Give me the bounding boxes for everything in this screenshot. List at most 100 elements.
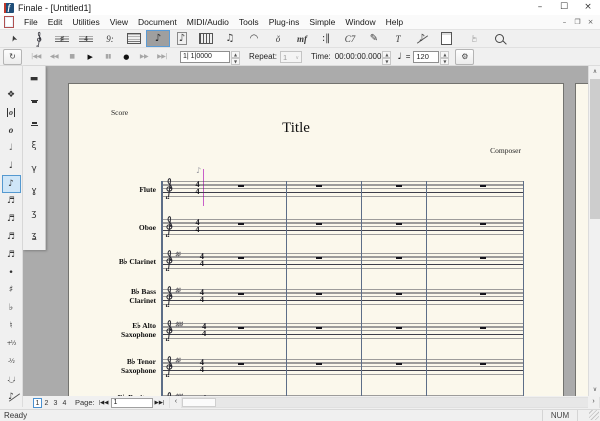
menu-simple[interactable]: Simple: [304, 15, 340, 29]
resize-tool[interactable]: ♪: [410, 30, 434, 47]
reposition-tool[interactable]: ❖: [2, 86, 21, 104]
simple-entry-tool[interactable]: ♪: [146, 30, 170, 47]
last-page-button[interactable]: ▶|: [159, 400, 165, 406]
menu-tools[interactable]: Tools: [234, 15, 264, 29]
lyrics-tool[interactable]: ✎: [362, 30, 386, 47]
page-tab-2[interactable]: 2: [42, 398, 51, 408]
thirty-second-rest[interactable]: ʒ: [25, 202, 44, 224]
scroll-up-button[interactable]: ∧: [589, 66, 600, 78]
natural[interactable]: ♮: [2, 317, 21, 335]
articulation-tool[interactable]: ŏ: [266, 30, 290, 47]
sharp[interactable]: ♯: [2, 282, 21, 300]
menu-help[interactable]: Help: [381, 15, 408, 29]
quarter-rest[interactable]: ξ: [25, 135, 44, 157]
half-step-up[interactable]: +½: [2, 335, 21, 353]
scroll-left-button[interactable]: ‹: [170, 397, 182, 408]
prev-page-button[interactable]: ◀: [104, 400, 108, 406]
sixteenth-rest[interactable]: ɣ: [25, 180, 44, 202]
thirty-second-note[interactable]: ♬: [2, 210, 21, 228]
half-step-down[interactable]: -½: [2, 353, 21, 371]
staff-lines[interactable]: [161, 253, 524, 269]
minimize-button[interactable]: –: [528, 0, 552, 15]
vertical-scrollbar[interactable]: ∧ ∨: [588, 66, 600, 396]
repeat-select[interactable]: 1 ∨: [280, 50, 303, 63]
horizontal-scrollbar-thumb[interactable]: [182, 398, 217, 407]
menu-midi-audio[interactable]: MIDI/Audio: [182, 15, 234, 29]
pause-button[interactable]: ▮▮: [99, 53, 117, 61]
move-to-start-button[interactable]: |◀◀: [27, 53, 45, 61]
child-restore-button[interactable]: ❐: [571, 16, 584, 29]
whole-note[interactable]: o: [2, 121, 21, 139]
sixteenth-note[interactable]: ♬: [2, 193, 21, 211]
vertical-scrollbar-thumb[interactable]: [590, 79, 600, 219]
whole-rest[interactable]: [25, 90, 44, 112]
sixty-fourth-note[interactable]: ♬: [2, 228, 21, 246]
close-button[interactable]: ×: [576, 0, 600, 15]
clef-tool[interactable]: 9:: [98, 30, 122, 47]
flat[interactable]: ♭: [2, 299, 21, 317]
half-note[interactable]: ♩: [2, 139, 21, 157]
play-button[interactable]: ▶: [81, 53, 99, 61]
tempo-spinner[interactable]: ▲ ▼: [440, 50, 450, 65]
page-tab-3[interactable]: 3: [51, 398, 60, 408]
menu-view[interactable]: View: [105, 15, 133, 29]
chord-tool[interactable]: C7: [338, 30, 362, 47]
double-whole-note[interactable]: o: [2, 104, 21, 122]
page-layout-tool[interactable]: [434, 30, 458, 47]
eighth-note[interactable]: ♪: [1, 174, 21, 193]
move-to-end-button[interactable]: ▶▶|: [153, 53, 171, 61]
sixty-fourth-rest[interactable]: ʓ: [25, 225, 44, 247]
menu-file[interactable]: File: [19, 15, 43, 29]
horizontal-scrollbar[interactable]: ‹ ›: [169, 397, 600, 408]
scroll-right-button[interactable]: ›: [588, 397, 599, 408]
double-whole-rest[interactable]: ▬: [25, 68, 44, 90]
staff-lines[interactable]: [161, 359, 524, 375]
page-tab-1[interactable]: 1: [33, 397, 42, 408]
page-number-input[interactable]: [110, 397, 153, 408]
tempo-input[interactable]: [413, 50, 440, 63]
tuplet-tool[interactable]: ♫: [218, 30, 242, 47]
menu-plug-ins[interactable]: Plug-ins: [264, 15, 305, 29]
menu-edit[interactable]: Edit: [43, 15, 68, 29]
staff-lines[interactable]: [161, 181, 524, 197]
playback-settings-button[interactable]: ⚙: [455, 48, 475, 65]
scroll-down-button[interactable]: ∨: [589, 384, 600, 396]
playback-position-input[interactable]: [180, 50, 230, 63]
page-tab-4[interactable]: 4: [60, 398, 69, 408]
staff-tool[interactable]: [26, 30, 50, 47]
child-minimize-button[interactable]: –: [558, 16, 571, 29]
resize-grip[interactable]: [589, 410, 599, 420]
tie[interactable]: ♩‿♩: [2, 371, 21, 389]
position-spinner[interactable]: ▲ ▼: [231, 50, 240, 65]
key-signature-tool[interactable]: ♯: [50, 30, 74, 47]
smart-shape-tool[interactable]: ◠: [242, 30, 266, 47]
half-rest[interactable]: [25, 113, 44, 135]
augmentation-dot[interactable]: •: [2, 264, 21, 282]
record-button[interactable]: ●: [117, 53, 135, 61]
hyperscribe-tool[interactable]: [194, 30, 218, 47]
menu-document[interactable]: Document: [133, 15, 182, 29]
repeat-tool[interactable]: :‖: [314, 30, 338, 47]
time-signature-tool[interactable]: 4: [74, 30, 98, 47]
child-close-button[interactable]: ×: [584, 16, 597, 29]
staff-lines[interactable]: [161, 323, 524, 339]
text-tool[interactable]: T: [386, 30, 410, 47]
zoom-tool[interactable]: [487, 30, 511, 47]
quarter-note[interactable]: ♩: [2, 157, 21, 175]
fast-forward-button[interactable]: ▶▶: [135, 53, 153, 61]
playback-controls-expander[interactable]: ↻: [3, 48, 22, 65]
hundred-twenty-eighth-note[interactable]: ♬: [2, 246, 21, 264]
stop-button[interactable]: ■: [63, 53, 81, 61]
score-page[interactable]: Score Title Composer ♪ Flute 4 4 Oboe 4 4 B♭ C…: [68, 83, 564, 396]
grace-note[interactable]: ♪: [2, 388, 21, 406]
measure-tool[interactable]: [122, 30, 146, 47]
staff-lines[interactable]: [161, 289, 524, 305]
menu-utilities[interactable]: Utilities: [67, 15, 104, 29]
staff-lines[interactable]: [161, 395, 524, 396]
maximize-button[interactable]: ☐: [552, 0, 576, 15]
hand-grabber-tool[interactable]: ☞: [467, 27, 484, 51]
rewind-button[interactable]: ◀◀: [45, 53, 63, 61]
eighth-rest[interactable]: γ: [25, 158, 44, 180]
staff-lines[interactable]: [161, 219, 524, 235]
eraser-tool[interactable]: [2, 68, 21, 86]
